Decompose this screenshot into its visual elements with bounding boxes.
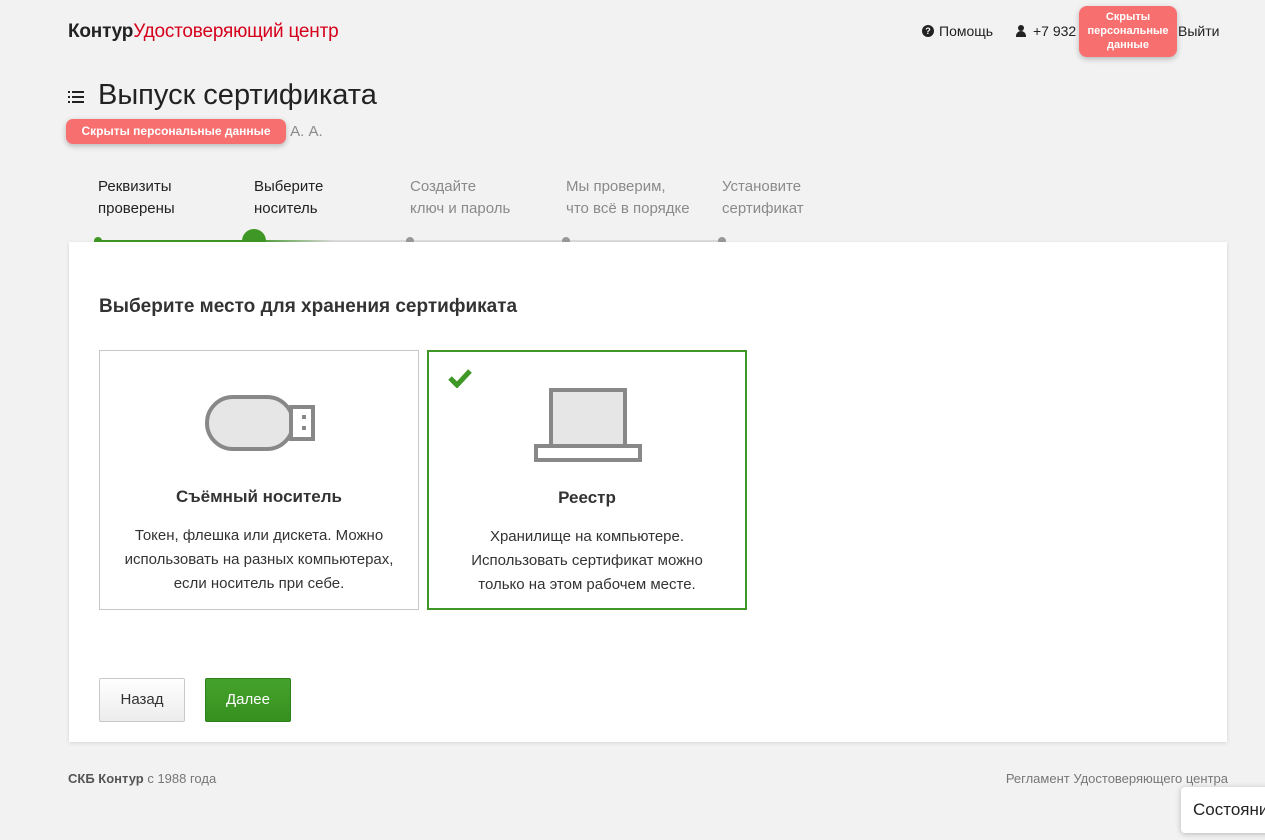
logo-brand: Контур	[68, 21, 134, 42]
step-label-create-key: Создайте ключ и пароль	[410, 176, 510, 220]
user-phone: +7 932	[1033, 23, 1077, 39]
step-label-install: Установите сертификат	[722, 176, 804, 220]
step-label-line: проверены	[98, 200, 175, 217]
option-description-line: использовать на разных компьютерах,	[124, 551, 394, 568]
footer-copyright: СКБ Контур с 1988 года	[68, 771, 216, 786]
step-label-choose-media: Выберите носитель	[254, 176, 323, 220]
step-label-requisites: Реквизиты проверены	[98, 176, 175, 220]
logo[interactable]: КонтурУдостоверяющий центр	[68, 21, 339, 43]
option-title: Съёмный носитель	[175, 487, 343, 506]
back-button[interactable]: Назад	[99, 678, 185, 722]
option-description-line: если носитель при себе.	[173, 575, 345, 592]
step-label-line: Мы проверим,	[566, 178, 666, 195]
step-label-line: Установите	[722, 178, 802, 195]
laptop-icon	[534, 388, 642, 462]
regulation-link[interactable]: Регламент Удостоверяющего центра	[1006, 771, 1228, 786]
option-title: Реестр	[558, 488, 616, 507]
redacted-personal-data-badge: Скрыты персональные данные	[1079, 6, 1177, 57]
help-link[interactable]: ? Помощь	[922, 23, 993, 39]
page-title: Выпуск сертификата	[98, 79, 377, 111]
list-menu-icon[interactable]	[68, 90, 84, 104]
option-description-line: Токен, флешка или дискета. Можно	[134, 527, 384, 544]
option-description: Хранилище на компьютере. Использовать се…	[439, 525, 735, 597]
media-selection-card: Выберите место для хранения сертификата …	[69, 242, 1227, 742]
redacted-personal-data-badge: Скрыты персональные данные	[66, 119, 286, 144]
footer-company: СКБ Контур	[68, 771, 144, 786]
next-button[interactable]: Далее	[205, 678, 291, 722]
checkmark-icon	[448, 369, 472, 388]
help-label: Помощь	[939, 23, 994, 39]
footer-since: с 1988 года	[147, 771, 217, 786]
logout-link[interactable]: Выйти	[1178, 23, 1219, 39]
card-heading: Выберите место для хранения сертификата	[99, 296, 518, 317]
top-bar: КонтурУдостоверяющий центр ? Помощь +7 9…	[0, 0, 1265, 62]
usb-drive-icon	[205, 395, 315, 451]
option-description: Токен, флешка или дискета. Можно использ…	[110, 524, 408, 596]
option-description-line: Использовать сертификат можно	[471, 552, 703, 569]
user-menu[interactable]: +7 932	[1015, 23, 1076, 39]
question-circle-icon: ?	[922, 25, 934, 37]
step-label-check: Мы проверим, что всё в порядке	[566, 176, 690, 220]
logo-product: Удостоверяющий центр	[133, 21, 339, 42]
step-label-line: Выберите	[254, 178, 324, 195]
status-widget[interactable]: Состояние	[1181, 787, 1265, 833]
step-label-line: сертификат	[722, 200, 804, 217]
option-registry[interactable]: Реестр Хранилище на компьютере. Использо…	[427, 350, 747, 610]
option-removable-media[interactable]: Съёмный носитель Токен, флешка или диске…	[99, 350, 419, 610]
step-label-line: что всё в порядке	[566, 200, 690, 217]
user-icon	[1015, 25, 1027, 37]
option-description-line: Хранилище на компьютере.	[489, 528, 685, 545]
step-label-line: Реквизиты	[98, 178, 172, 195]
step-label-line: носитель	[254, 200, 318, 217]
step-label-line: Создайте	[410, 178, 477, 195]
option-description-line: только на этом рабочем месте.	[478, 576, 696, 593]
step-label-line: ключ и пароль	[410, 200, 511, 217]
